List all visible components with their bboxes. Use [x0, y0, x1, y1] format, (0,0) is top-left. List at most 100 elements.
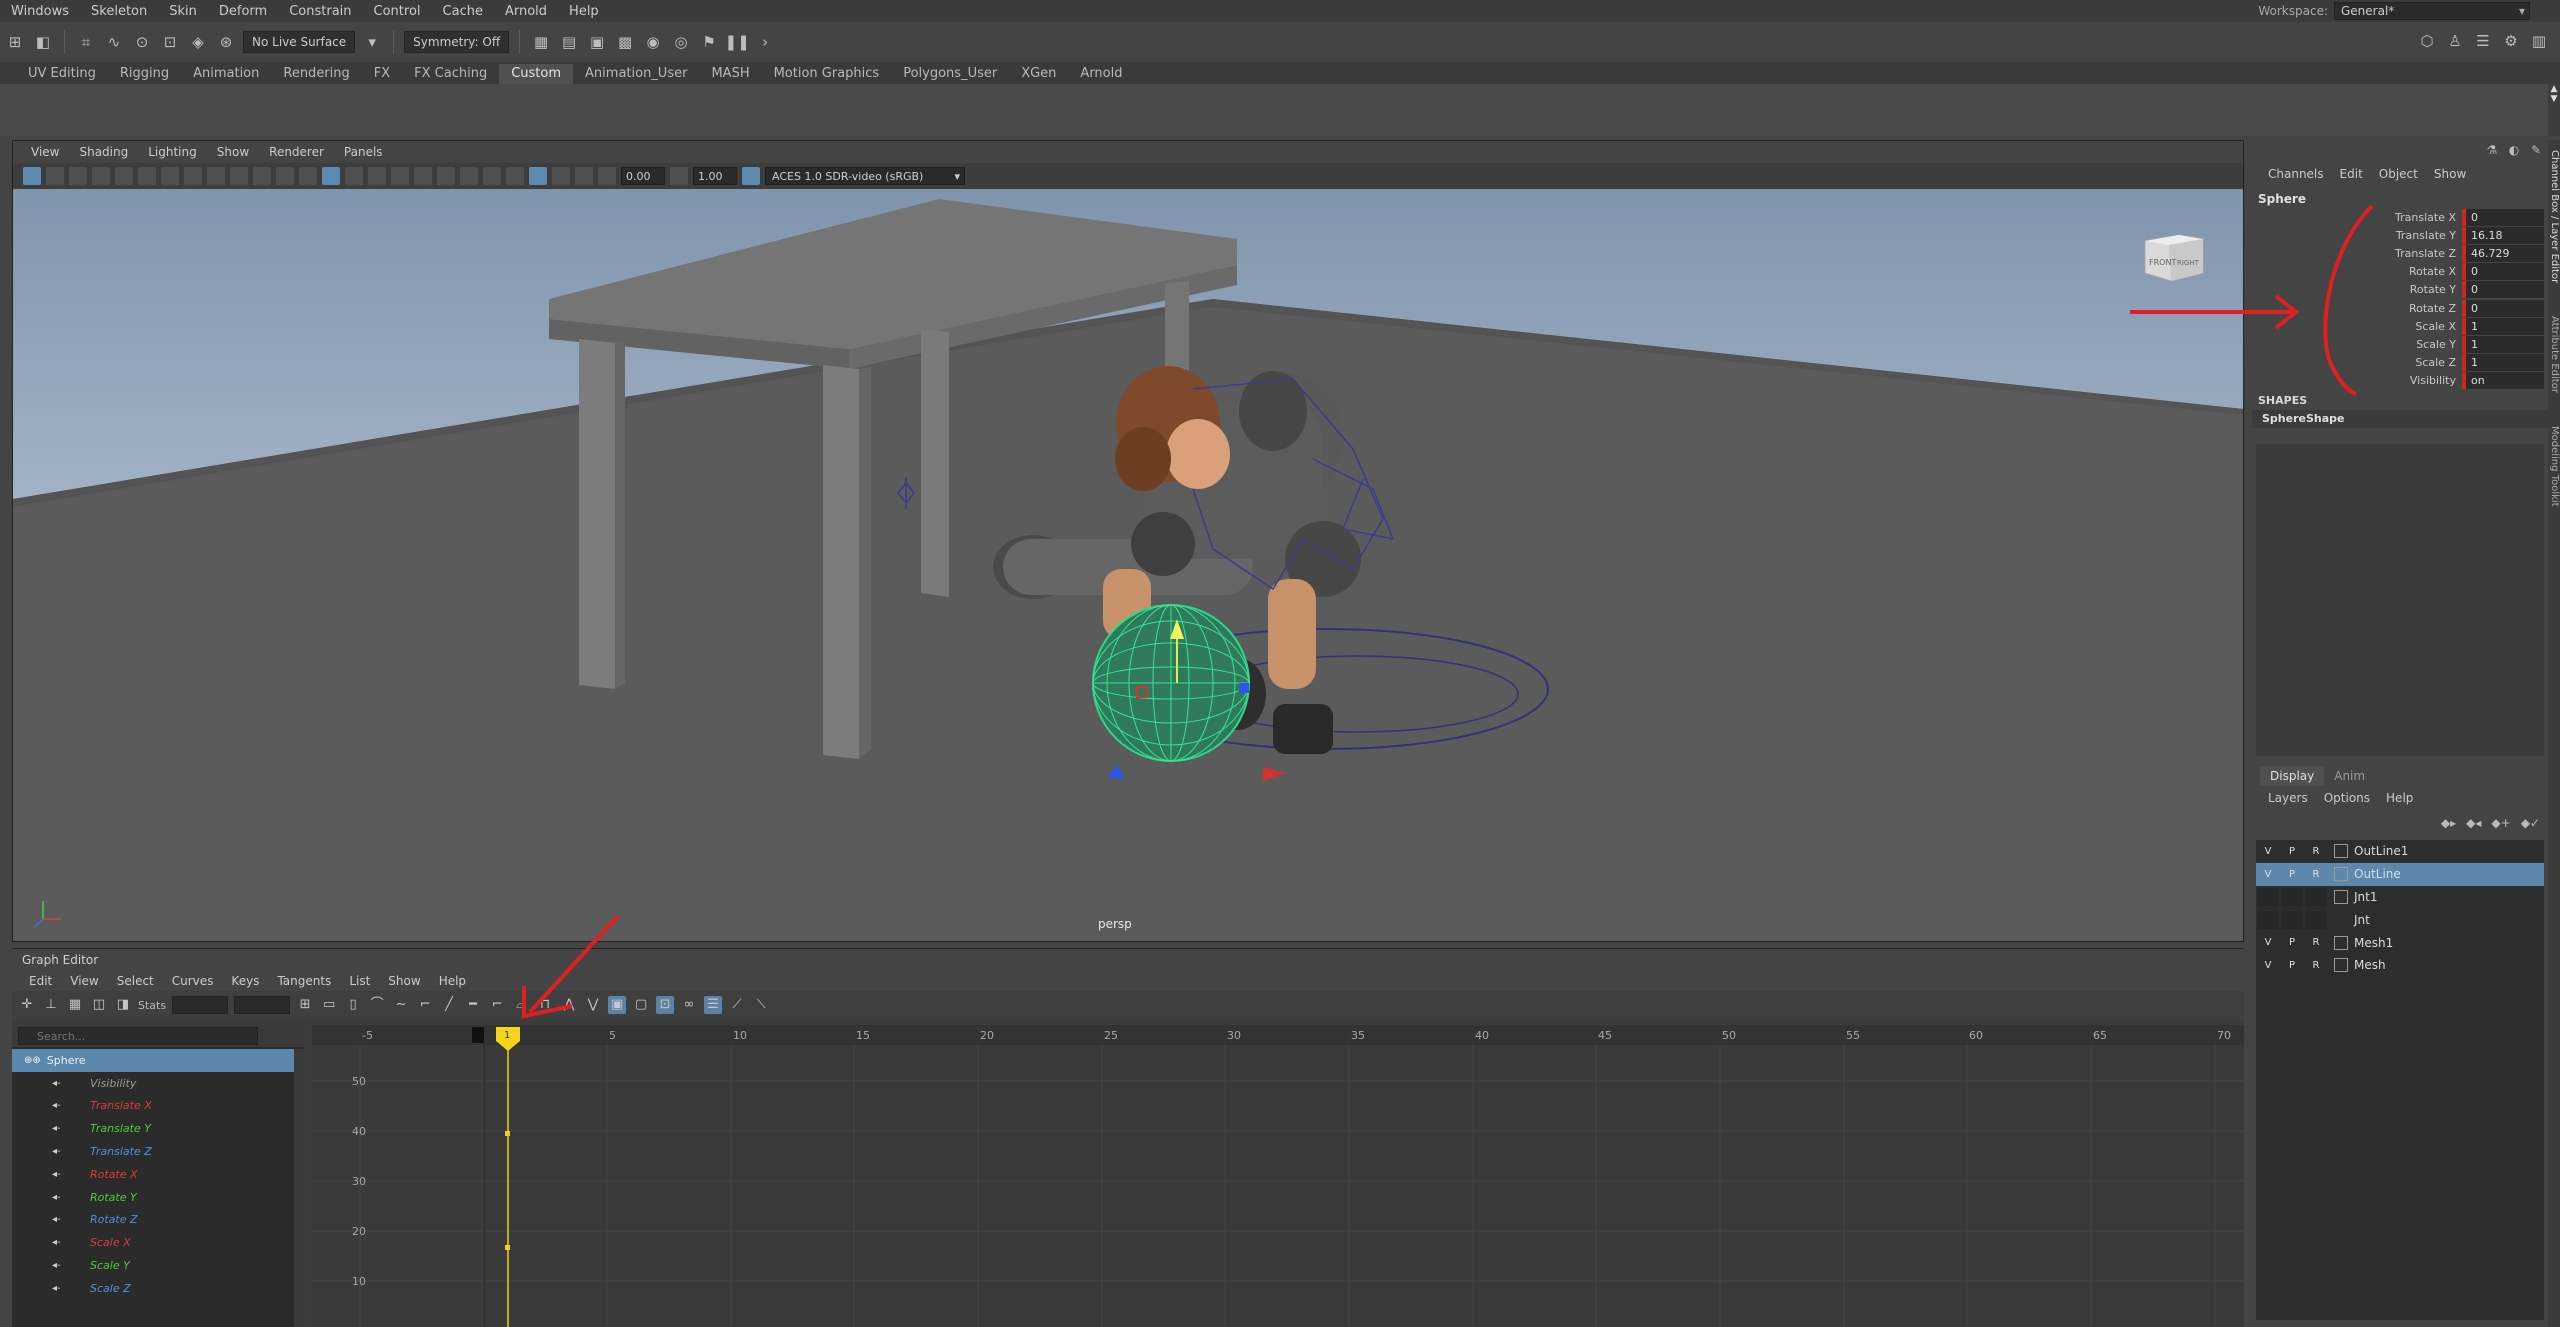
shelf-tab-rendering[interactable]: Rendering	[271, 64, 361, 84]
view-transform-dropdown[interactable]: ACES 1.0 SDR-video (sRGB)	[765, 167, 965, 186]
outliner-channel-scale-x[interactable]: ◂- Scale X	[12, 1231, 294, 1254]
attr-name[interactable]: Visibility	[2252, 374, 2462, 387]
layer-row-mesh1[interactable]: V P R Mesh1	[2256, 931, 2544, 954]
layer-color-swatch[interactable]	[2334, 958, 2348, 973]
keyframe[interactable]	[505, 1131, 510, 1136]
chevron-right-icon[interactable]: ›	[754, 31, 776, 53]
shelf-tab-rigging[interactable]: Rigging	[108, 64, 181, 84]
outliner-channel-translate-z[interactable]: ◂- Translate Z	[12, 1140, 294, 1163]
attr-name[interactable]: Scale Y	[2252, 338, 2462, 351]
ge-menu-curves[interactable]: Curves	[163, 974, 223, 988]
layer-reference-toggle[interactable]: R	[2304, 960, 2328, 971]
exposure-icon[interactable]	[598, 167, 616, 185]
attr-value[interactable]: 46.729	[2462, 244, 2544, 262]
side-tab-channel-box[interactable]: Channel Box / Layer Editor	[2548, 150, 2560, 283]
stats-value-field[interactable]	[234, 996, 291, 1014]
attr-value[interactable]: 1	[2462, 317, 2544, 335]
cb-menu-channels[interactable]: Channels	[2260, 167, 2332, 181]
layer-row-jnt[interactable]: Jnt	[2256, 908, 2544, 931]
two-d-pan-icon[interactable]	[115, 167, 133, 185]
shelf-tab-fx[interactable]: FX	[362, 64, 402, 84]
layer-visibility-toggle[interactable]: V	[2256, 937, 2280, 948]
post-infinity-icon[interactable]: ⟍	[752, 996, 770, 1014]
ge-menu-view[interactable]: View	[61, 974, 107, 988]
layer-reference-toggle[interactable]	[2305, 887, 2327, 906]
layer-row-mesh[interactable]: V P R Mesh	[2256, 954, 2544, 977]
layer-reference-toggle[interactable]: R	[2304, 846, 2328, 857]
menu-constrain[interactable]: Constrain	[278, 4, 362, 19]
break-tangents-icon[interactable]: ⋀	[560, 996, 578, 1014]
viewport-menu-shading[interactable]: Shading	[69, 145, 138, 159]
menu-control[interactable]: Control	[363, 4, 432, 19]
spline-tangent-icon[interactable]: ∼	[392, 996, 410, 1014]
le-menu-help[interactable]: Help	[2378, 791, 2421, 805]
channel-box-icon[interactable]: ▥	[2528, 30, 2550, 52]
menu-arnold[interactable]: Arnold	[494, 4, 558, 19]
viewport-menu-show[interactable]: Show	[207, 145, 259, 159]
region-tool-icon[interactable]: ◫	[90, 996, 108, 1014]
channel-box-object-name[interactable]: Sphere	[2258, 192, 2306, 206]
grid-icon[interactable]	[161, 167, 179, 185]
shelf-tab-xgen[interactable]: XGen	[1009, 64, 1068, 84]
layer-color-swatch[interactable]	[2334, 935, 2348, 950]
view-cube[interactable]: FRONT RIGHT	[2139, 223, 2209, 287]
pre-infinity-icon[interactable]: ⟋	[728, 996, 746, 1014]
ge-menu-edit[interactable]: Edit	[20, 974, 61, 988]
shelf-tab-arnold[interactable]: Arnold	[1068, 64, 1134, 84]
menu-skeleton[interactable]: Skeleton	[80, 4, 158, 19]
move-key-icon[interactable]: ✛	[18, 996, 36, 1014]
snap-grid-icon[interactable]: ⌗	[75, 31, 97, 53]
xray-icon[interactable]	[529, 167, 547, 185]
safe-action-icon[interactable]	[276, 167, 294, 185]
color-management-icon[interactable]	[742, 167, 760, 185]
attr-name[interactable]: Rotate X	[2252, 265, 2462, 278]
modeling-toolkit-icon[interactable]: ⬡	[2416, 30, 2438, 52]
layer-visibility-toggle[interactable]: V	[2256, 960, 2280, 971]
outliner-root-sphere[interactable]: ⊕⊕ Sphere	[12, 1049, 294, 1072]
attr-value[interactable]: on	[2462, 372, 2544, 390]
new-layer-selected-icon[interactable]: ◆✓	[2521, 816, 2540, 830]
viewport-menu-lighting[interactable]: Lighting	[138, 145, 207, 159]
layer-visibility-toggle[interactable]	[2257, 910, 2279, 929]
channel-box-toggle-icon[interactable]: ⚗	[2484, 142, 2500, 158]
camera-attributes-icon[interactable]	[46, 167, 64, 185]
layer-color-swatch[interactable]	[2334, 844, 2348, 859]
shelf-tab-polygons-user[interactable]: Polygons_User	[891, 64, 1009, 84]
anti-aliasing-icon[interactable]	[483, 167, 501, 185]
layer-row-outline1[interactable]: V P R OutLine1	[2256, 840, 2544, 863]
live-surface-field[interactable]: No Live Surface	[243, 31, 356, 53]
depth-of-field-icon[interactable]	[506, 167, 524, 185]
cb-menu-show[interactable]: Show	[2426, 167, 2474, 181]
shape-node-name[interactable]: SphereShape	[2252, 410, 2548, 428]
snap-live-icon[interactable]: ⊛	[215, 31, 237, 53]
layer-name[interactable]: OutLine	[2354, 867, 2401, 881]
curve-snap-icon[interactable]: ⊡	[656, 996, 675, 1014]
shadows-icon[interactable]	[414, 167, 432, 185]
attr-name[interactable]: Translate Z	[2252, 247, 2462, 260]
frame-playback-icon[interactable]: ▭	[320, 996, 338, 1014]
light-editor-icon[interactable]: ◎	[670, 31, 692, 53]
side-tab-modeling-toolkit[interactable]: Modeling Toolkit	[2548, 426, 2560, 507]
outliner-channel-translate-x[interactable]: ◂- Translate X	[12, 1095, 294, 1118]
image-plane-icon[interactable]	[92, 167, 110, 185]
shelf-tab-motion-graphics[interactable]: Motion Graphics	[762, 64, 892, 84]
render-sequence-icon[interactable]: ▤	[558, 31, 580, 53]
attr-value[interactable]: 16.18	[2462, 226, 2544, 244]
denormalize-icon[interactable]: ▢	[632, 996, 650, 1014]
ge-menu-help[interactable]: Help	[430, 974, 475, 988]
workspace-dropdown[interactable]: General*	[2334, 2, 2530, 20]
keyframe[interactable]	[505, 1245, 510, 1250]
outliner-channel-scale-z[interactable]: ◂- Scale Z	[12, 1277, 294, 1300]
menu-help[interactable]: Help	[558, 4, 610, 19]
attr-value[interactable]: 0	[2462, 208, 2544, 226]
gate-mask-icon[interactable]	[230, 167, 248, 185]
layer-name[interactable]: Jnt	[2354, 913, 2370, 927]
flat-tangent-icon[interactable]: ━	[464, 996, 482, 1014]
outliner-search-input[interactable]	[18, 1027, 258, 1045]
snap-point-icon[interactable]: ⊙	[131, 31, 153, 53]
shelf-tab-mash[interactable]: MASH	[699, 64, 761, 84]
ambient-occlusion-icon[interactable]	[437, 167, 455, 185]
render-icon[interactable]: ▦	[530, 31, 552, 53]
layer-color-swatch[interactable]	[2334, 913, 2348, 927]
infinity-icon[interactable]: ∞	[680, 996, 698, 1014]
